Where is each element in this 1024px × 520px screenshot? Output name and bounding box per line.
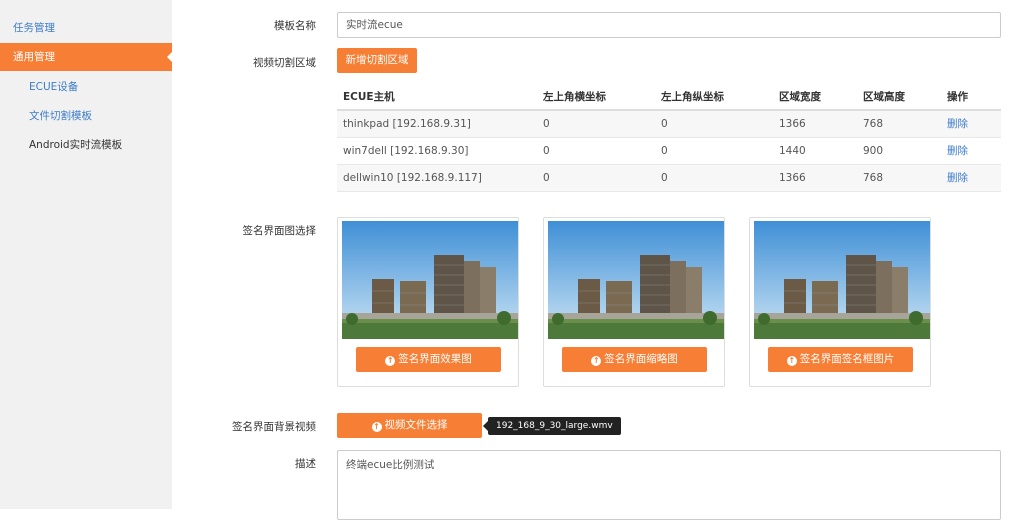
sidebar-item-task-management[interactable]: 任务管理 bbox=[0, 14, 172, 42]
delete-link[interactable]: 删除 bbox=[941, 137, 1001, 165]
video-file-select-button[interactable]: ↑ 视频文件选择 bbox=[337, 413, 482, 438]
table-header-row: ECUE主机 左上角横坐标 左上角纵坐标 区域宽度 区域高度 操作 bbox=[337, 84, 1001, 111]
cell-width: 1366 bbox=[773, 164, 857, 192]
button-label: 视频文件选择 bbox=[384, 419, 448, 431]
column-header-y: 左上角纵坐标 bbox=[655, 84, 773, 111]
button-label: 签名界面效果图 bbox=[398, 353, 472, 365]
upload-icon: ↑ bbox=[591, 356, 602, 366]
sidebar-item-ecue-device[interactable]: ECUE设备 bbox=[0, 73, 172, 101]
sidebar-item-android-stream-template[interactable]: Android实时流模板 bbox=[0, 131, 172, 159]
image-card-signature-box: ↑ 签名界面签名框图片 bbox=[749, 217, 931, 387]
video-region-label: 视频切割区域 bbox=[253, 57, 316, 69]
building-image bbox=[342, 221, 518, 339]
sidebar-item-general-management[interactable]: 通用管理 bbox=[0, 43, 172, 71]
cell-y: 0 bbox=[655, 137, 773, 165]
description-label: 描述 bbox=[295, 458, 316, 470]
cell-height: 900 bbox=[857, 137, 941, 165]
sidebar-item-label: 文件切割模板 bbox=[29, 110, 92, 122]
table-row: thinkpad [192.168.9.31] 0 0 1366 768 删除 bbox=[337, 110, 1001, 138]
image-card-thumbnail: ↑ 签名界面缩略图 bbox=[543, 217, 725, 387]
sidebar-item-label: Android实时流模板 bbox=[29, 139, 123, 151]
table-row: win7dell [192.168.9.30] 0 0 1440 900 删除 bbox=[337, 137, 1001, 165]
button-label: 签名界面签名框图片 bbox=[799, 353, 895, 365]
sidebar: 任务管理 通用管理 ECUE设备 文件切割模板 Android实时流模板 bbox=[0, 0, 172, 509]
table-row: dellwin10 [192.168.9.117] 0 0 1366 768 删… bbox=[337, 164, 1001, 192]
cell-host: thinkpad [192.168.9.31] bbox=[337, 110, 537, 138]
button-label: 签名界面缩略图 bbox=[604, 353, 678, 365]
upload-effect-image-button[interactable]: ↑ 签名界面效果图 bbox=[356, 347, 501, 372]
cell-x: 0 bbox=[537, 110, 655, 138]
cell-width: 1366 bbox=[773, 110, 857, 138]
description-textarea[interactable]: 终端ecue比例测试 bbox=[337, 450, 1001, 520]
upload-thumbnail-button[interactable]: ↑ 签名界面缩略图 bbox=[562, 347, 707, 372]
upload-signature-box-button[interactable]: ↑ 签名界面签名框图片 bbox=[768, 347, 913, 372]
sidebar-item-label: ECUE设备 bbox=[29, 81, 79, 93]
template-name-input[interactable]: 实时流ecue bbox=[337, 12, 1001, 38]
delete-link[interactable]: 删除 bbox=[941, 110, 1001, 138]
upload-icon: ↑ bbox=[786, 356, 797, 366]
delete-link[interactable]: 删除 bbox=[941, 164, 1001, 192]
signature-image-label: 签名界面图选择 bbox=[242, 225, 317, 237]
column-header-height: 区域高度 bbox=[857, 84, 941, 111]
add-region-button[interactable]: 新增切割区域 bbox=[337, 48, 417, 73]
video-file-name-tooltip: 192_168_9_30_large.wmv bbox=[483, 417, 621, 435]
sidebar-item-label: 任务管理 bbox=[13, 22, 55, 34]
image-card-effect: ↑ 签名界面效果图 bbox=[337, 217, 519, 387]
cell-x: 0 bbox=[537, 137, 655, 165]
cell-width: 1440 bbox=[773, 137, 857, 165]
cell-x: 0 bbox=[537, 164, 655, 192]
column-header-x: 左上角横坐标 bbox=[537, 84, 655, 111]
upload-icon: ↑ bbox=[371, 422, 382, 432]
cell-y: 0 bbox=[655, 110, 773, 138]
cell-host: win7dell [192.168.9.30] bbox=[337, 137, 537, 165]
building-image bbox=[754, 221, 930, 339]
region-table: ECUE主机 左上角横坐标 左上角纵坐标 区域宽度 区域高度 操作 thinkp… bbox=[337, 84, 1001, 192]
background-video-label: 签名界面背景视频 bbox=[232, 421, 316, 433]
cell-height: 768 bbox=[857, 164, 941, 192]
template-name-label: 模板名称 bbox=[274, 20, 316, 32]
upload-icon: ↑ bbox=[385, 356, 396, 366]
column-header-host: ECUE主机 bbox=[337, 84, 537, 111]
sidebar-item-file-cut-template[interactable]: 文件切割模板 bbox=[0, 102, 172, 130]
cell-host: dellwin10 [192.168.9.117] bbox=[337, 164, 537, 192]
cell-y: 0 bbox=[655, 164, 773, 192]
column-header-width: 区域宽度 bbox=[773, 84, 857, 111]
building-image bbox=[548, 221, 724, 339]
cell-height: 768 bbox=[857, 110, 941, 138]
column-header-action: 操作 bbox=[941, 84, 1001, 111]
sidebar-item-label: 通用管理 bbox=[13, 51, 55, 63]
